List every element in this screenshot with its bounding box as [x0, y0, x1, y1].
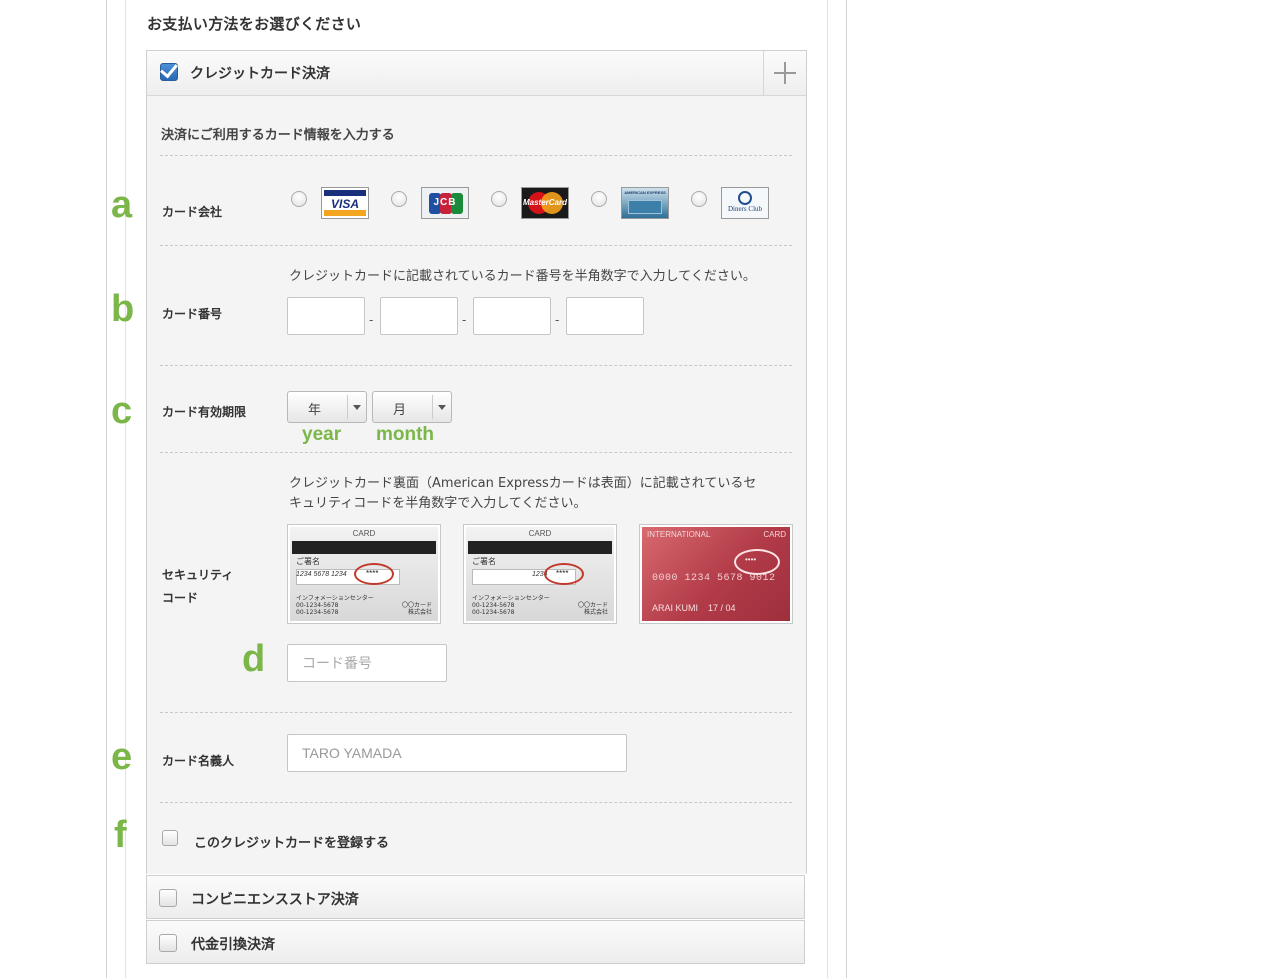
convenience-store-option[interactable]: コンビニエンスストア決済 — [146, 875, 805, 919]
card-front-example: INTERNATIONAL CARD •••• 0000 1234 5678 9… — [639, 524, 793, 624]
card-number-hint: クレジットカードに記載されているカード番号を半角数字で入力してください。 — [289, 269, 756, 284]
month-caption: month — [376, 424, 435, 445]
radio-amex[interactable] — [591, 191, 607, 207]
marker-a: a — [111, 184, 133, 226]
security-code-input[interactable]: コード番号 — [287, 644, 447, 682]
card-back-example-2: CARD ご署名 1234 **** インフォメーションセンター 00-1234-… — [463, 524, 617, 624]
marker-b: b — [111, 288, 135, 330]
expiry-year-select[interactable]: 年 — [287, 391, 367, 423]
card-back-example-1: CARD ご署名 1234 5678 1234 **** インフォメーションセン… — [287, 524, 441, 624]
cash-on-delivery-label: 代金引換決済 — [191, 937, 275, 953]
card-number-label: カード番号 — [162, 307, 223, 321]
jcb-logo-icon[interactable]: JCB — [421, 187, 469, 219]
divider — [160, 155, 792, 156]
credit-card-label: クレジットカード決済 — [190, 66, 330, 82]
year-caption: year — [302, 424, 342, 445]
security-hint-line-2: キュリティコードを半角数字で入力してください。 — [289, 496, 587, 511]
divider — [160, 245, 792, 246]
security-label-line-2: コード — [162, 591, 199, 605]
separator: - — [555, 313, 560, 327]
card-company-label: カード会社 — [162, 205, 223, 219]
mastercard-logo-icon[interactable]: MasterCard — [521, 187, 569, 219]
checkmark-icon — [160, 59, 178, 79]
visa-logo-icon[interactable]: VISA — [321, 187, 369, 219]
convenience-store-checkbox[interactable] — [159, 889, 177, 907]
divider — [160, 452, 792, 453]
credit-card-checkbox[interactable] — [160, 59, 178, 81]
expiry-month-select[interactable]: 月 — [372, 391, 452, 423]
cash-on-delivery-checkbox[interactable] — [159, 934, 177, 952]
separator: - — [462, 313, 467, 327]
register-card-label: このクレジットカードを登録する — [194, 836, 390, 851]
diners-club-logo-icon[interactable]: Diners Club — [721, 187, 769, 219]
divider — [160, 365, 792, 366]
divider — [160, 712, 792, 713]
card-holder-label: カード名義人 — [162, 754, 235, 768]
card-number-input-3[interactable] — [473, 297, 551, 335]
cash-on-delivery-option[interactable]: 代金引換決済 — [146, 920, 805, 964]
marker-f: f — [114, 814, 127, 856]
marker-d: d — [242, 638, 266, 680]
marker-c: c — [111, 390, 133, 432]
divider — [160, 802, 792, 803]
security-hint-line-1: クレジットカード裏面（American Expressカードは表面）に記載されて… — [289, 476, 757, 491]
radio-jcb[interactable] — [391, 191, 407, 207]
marker-e: e — [111, 736, 133, 778]
card-holder-input[interactable]: TARO YAMADA — [287, 734, 627, 772]
form-subheading: 決済にご利用するカード情報を入力する — [161, 128, 395, 143]
amex-logo-icon[interactable]: AMERICAN EXPRESS — [621, 187, 669, 219]
radio-visa[interactable] — [291, 191, 307, 207]
register-card-checkbox[interactable] — [162, 830, 178, 846]
expiry-label: カード有効期限 — [162, 405, 247, 419]
card-number-input-1[interactable] — [287, 297, 365, 335]
chevron-down-icon — [353, 405, 361, 410]
expand-button[interactable] — [763, 51, 806, 95]
separator: - — [369, 313, 374, 327]
chevron-down-icon — [438, 405, 446, 410]
radio-mastercard[interactable] — [491, 191, 507, 207]
section-title: お支払い方法をお選びください — [147, 15, 362, 33]
convenience-store-label: コンビニエンスストア決済 — [191, 892, 359, 908]
radio-diners[interactable] — [691, 191, 707, 207]
card-number-input-2[interactable] — [380, 297, 458, 335]
security-label-line-1: セキュリティ — [162, 568, 234, 582]
card-number-input-4[interactable] — [566, 297, 644, 335]
